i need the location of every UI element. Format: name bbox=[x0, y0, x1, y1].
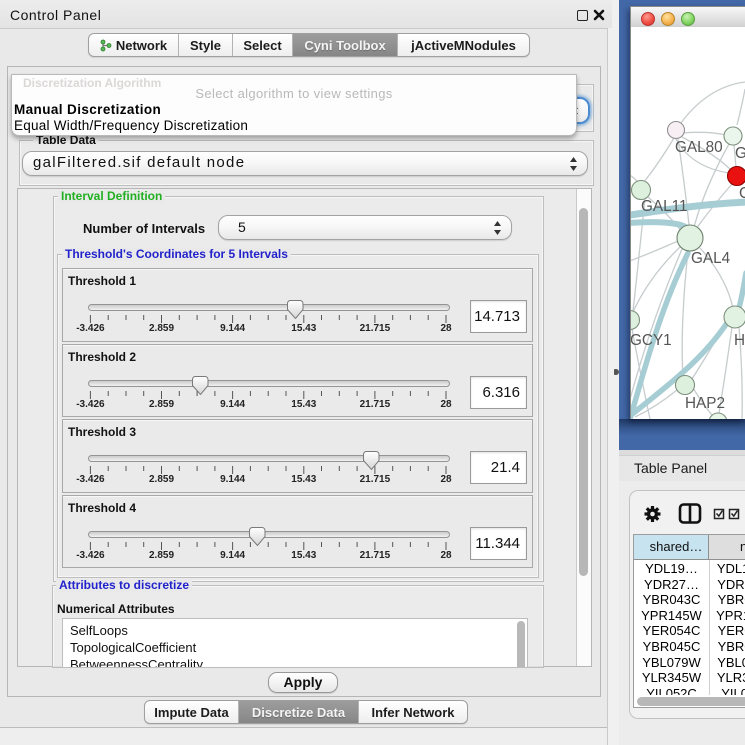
svg-text:H: H bbox=[734, 332, 745, 349]
svg-text:C: C bbox=[739, 185, 745, 202]
svg-text:GAL4: GAL4 bbox=[691, 250, 731, 267]
svg-text:GCY1: GCY1 bbox=[631, 332, 672, 349]
svg-text:HAP2: HAP2 bbox=[685, 395, 725, 412]
svg-text:GAL80: GAL80 bbox=[675, 139, 723, 156]
svg-text:GAL11: GAL11 bbox=[641, 198, 688, 215]
svg-text:GA: GA bbox=[735, 145, 745, 162]
